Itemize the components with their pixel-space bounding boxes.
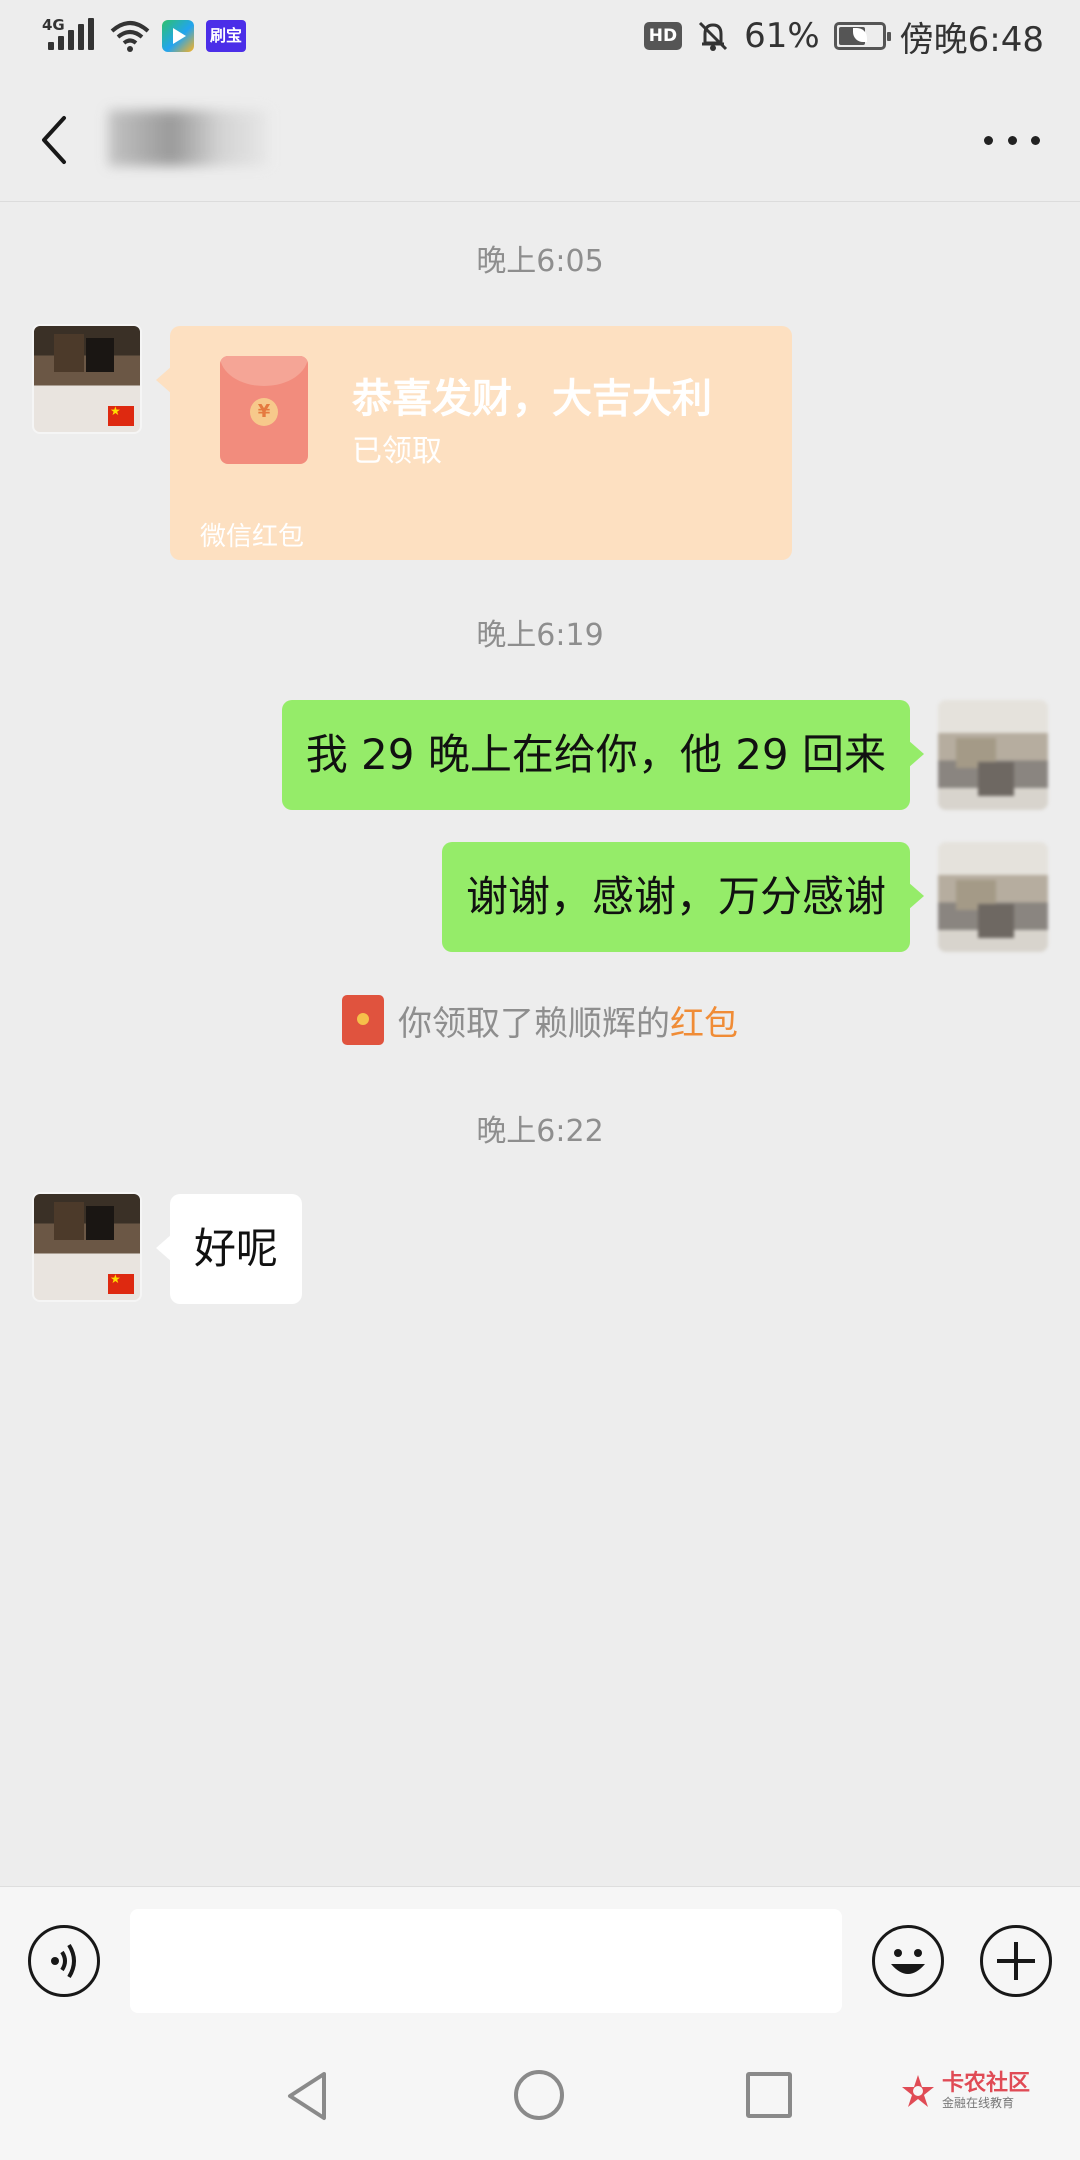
wifi-icon <box>110 21 150 52</box>
battery-percent: 61% <box>744 16 820 56</box>
self-avatar[interactable] <box>938 842 1048 952</box>
red-packet-title: 恭喜发财，大吉大利 <box>352 376 712 422</box>
message-bubble-self[interactable]: 我 29 晚上在给你，他 29 回来 <box>281 700 925 810</box>
message-timestamp: 晚上6:05 <box>476 244 604 279</box>
more-dots-icon[interactable] <box>984 130 1040 150</box>
battery-icon <box>833 22 891 50</box>
network-type: 4G <box>42 16 65 34</box>
nav-home-icon[interactable] <box>514 2070 564 2120</box>
message-bubble-self[interactable]: 谢谢，感谢，万分感谢 <box>441 842 925 952</box>
chat-header <box>0 74 1080 202</box>
peer-avatar[interactable] <box>32 1192 142 1302</box>
red-packet-link[interactable]: 红包 <box>670 1004 738 1044</box>
watermark: 卡农社区 金融在线教育 <box>900 2072 1030 2110</box>
red-packet-footer: 微信红包 <box>200 522 305 552</box>
chevron-left-icon[interactable] <box>32 110 76 170</box>
red-packet-card[interactable]: ¥ 恭喜发财，大吉大利 已领取 微信红包 <box>156 326 792 560</box>
status-left: 4G 刷宝 <box>42 16 247 56</box>
status-right: HD 61% 傍晚6:48 <box>643 14 1044 60</box>
yuan-coin-icon: ¥ <box>250 398 278 426</box>
system-message-text: 你领取了赖顺辉的 <box>398 1003 670 1044</box>
red-packet-icon <box>342 995 384 1045</box>
hd-icon: HD <box>643 22 683 50</box>
emoji-icon[interactable] <box>872 1925 944 1997</box>
chat-input-bar <box>0 1886 1080 2026</box>
message-timestamp: 晚上6:19 <box>476 618 604 653</box>
voice-icon[interactable] <box>28 1925 100 1997</box>
cellular-signal-icon: 4G <box>42 16 98 54</box>
self-avatar[interactable] <box>938 700 1048 810</box>
shuabao-app-icon: 刷宝 <box>206 20 247 52</box>
system-message: 你领取了赖顺辉的红包 <box>0 994 1080 1046</box>
nav-recent-icon[interactable] <box>746 2072 792 2118</box>
system-nav-bar: 卡农社区 金融在线教育 <box>0 2026 1080 2160</box>
message-timestamp: 晚上6:22 <box>476 1114 604 1149</box>
message-input[interactable] <box>130 1909 842 2013</box>
red-packet-icon: ¥ <box>220 356 308 464</box>
red-packet-status: 已领取 <box>352 434 442 469</box>
status-bar: 4G 刷宝 HD 61% 傍晚6:48 <box>0 0 1080 74</box>
message-bubble-peer[interactable]: 好呢 <box>155 1194 303 1304</box>
video-app-icon <box>162 20 194 52</box>
bell-off-icon <box>699 21 728 51</box>
watermark-title: 卡农社区 <box>942 2071 1031 2096</box>
nav-back-icon[interactable] <box>284 2070 330 2122</box>
status-time: 傍晚6:48 <box>899 19 1044 60</box>
peer-avatar[interactable] <box>32 324 142 434</box>
chat-title-redacted <box>108 110 268 166</box>
watermark-subtitle: 金融在线教育 <box>942 2096 1015 2110</box>
plus-icon[interactable] <box>980 1925 1052 1997</box>
kanong-logo-icon <box>902 2075 934 2107</box>
